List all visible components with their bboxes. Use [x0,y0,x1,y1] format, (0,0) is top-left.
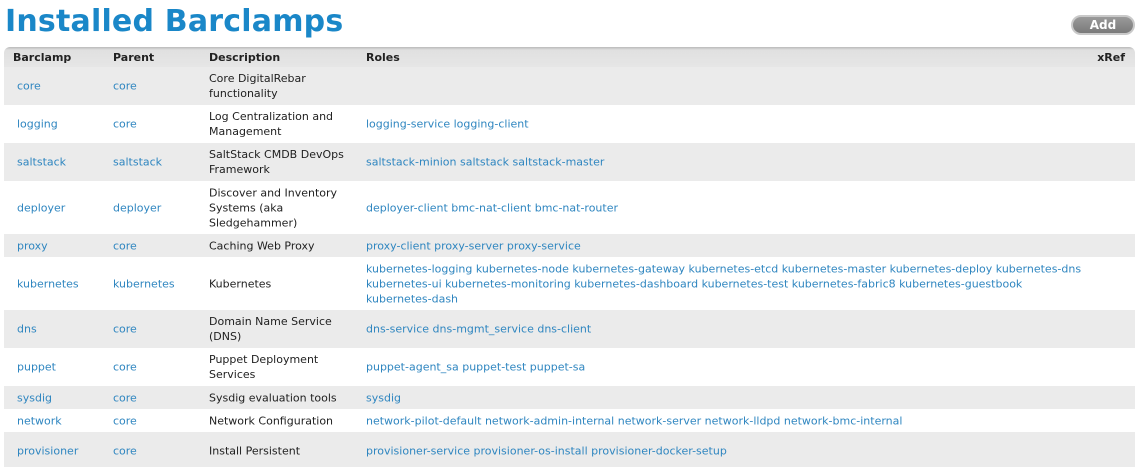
roles-list: saltstack-minion saltstack saltstack-mas… [366,155,1086,170]
parent-link[interactable]: saltstack [113,155,162,170]
description-text: Domain Name Service (DNS) [209,315,332,343]
roles-list: dns-service dns-mgmt_service dns-client [366,322,1086,337]
role-link[interactable]: sysdig [366,391,401,404]
roles-list: network-pilot-default network-admin-inte… [366,413,1086,428]
description-text: Puppet Deployment Services [209,353,319,381]
roles-list: logging-service logging-client [366,117,1086,132]
description-text: Caching Web Proxy [209,239,315,252]
table-row: logging core Log Centralization and Mana… [4,105,1135,143]
barclamp-link[interactable]: saltstack [17,155,66,170]
table-row: kubernetes kubernetes Kubernetes kuberne… [4,257,1135,310]
parent-link[interactable]: core [113,360,137,375]
roles-list: provisioner-service provisioner-os-insta… [366,444,1086,459]
roles-list: kubernetes-logging kubernetes-node kuber… [366,261,1086,306]
column-header-description[interactable]: Description [209,51,280,64]
description-text: Core DigitalRebar functionality [209,72,306,100]
table-row: core core Core DigitalRebar functionalit… [4,67,1135,105]
role-link[interactable]: kubernetes-logging kubernetes-node kuber… [366,262,1081,305]
role-link[interactable]: provisioner-service provisioner-os-insta… [366,445,727,458]
description-text: Install Persistent [209,444,301,458]
parent-link[interactable]: core [113,322,137,337]
parent-link[interactable]: core [113,117,137,132]
barclamp-link[interactable]: kubernetes [17,276,79,291]
role-link[interactable]: saltstack-minion saltstack saltstack-mas… [366,156,604,169]
barclamp-link[interactable]: sysdig [17,390,52,405]
table-row: sysdig core Sysdig evaluation tools sysd… [4,386,1135,409]
table-row: dns core Domain Name Service (DNS) dns-s… [4,310,1135,348]
table-row: puppet core Puppet Deployment Services p… [4,348,1135,386]
barclamp-link[interactable]: dns [17,322,37,337]
parent-link[interactable]: core [113,413,137,428]
barclamps-table: Barclamp Parent Description Roles xRef c… [4,47,1135,467]
parent-link[interactable]: core [113,79,137,94]
table-row: saltstack saltstack SaltStack CMDB DevOp… [4,143,1135,181]
barclamp-link[interactable]: logging [17,117,58,132]
parent-link[interactable]: kubernetes [113,276,175,291]
role-link[interactable]: proxy-client proxy-server proxy-service [366,239,581,252]
role-link[interactable]: puppet-agent_sa puppet-test puppet-sa [366,361,585,374]
column-header-roles[interactable]: Roles [366,51,400,64]
table-row: network core Network Configuration netwo… [4,409,1135,432]
roles-list: proxy-client proxy-server proxy-service [366,238,1086,253]
table-row: deployer deployer Discover and Inventory… [4,181,1135,234]
role-link[interactable]: logging-service logging-client [366,118,529,131]
description-text: Discover and Inventory Systems (aka Sled… [209,186,338,229]
description-text: Network Configuration [209,414,334,427]
description-text: SaltStack CMDB DevOps Framework [209,148,344,176]
page-title: Installed Barclamps [5,4,344,39]
column-header-xref: xRef [1097,51,1125,64]
table-row: proxy core Caching Web Proxy proxy-clien… [4,234,1135,257]
column-header-barclamp[interactable]: Barclamp [13,51,71,64]
roles-list: sysdig [366,390,1086,405]
role-link[interactable]: dns-service dns-mgmt_service dns-client [366,323,591,336]
roles-list: puppet-agent_sa puppet-test puppet-sa [366,360,1086,375]
table-row: provisioner core Install Persistent prov… [4,432,1135,467]
barclamp-link[interactable]: proxy [17,238,48,253]
barclamp-link[interactable]: puppet [17,360,56,375]
table-body: core core Core DigitalRebar functionalit… [4,67,1135,467]
parent-link[interactable]: core [113,238,137,253]
roles-list: deployer-client bmc-nat-client bmc-nat-r… [366,200,1086,215]
barclamp-link[interactable]: network [17,413,62,428]
role-link[interactable]: network-pilot-default network-admin-inte… [366,414,902,427]
table-header: Barclamp Parent Description Roles xRef [4,47,1135,67]
description-text: Kubernetes [209,277,272,290]
parent-link[interactable]: deployer [113,200,161,215]
barclamp-link[interactable]: provisioner [17,444,78,459]
parent-link[interactable]: core [113,444,137,459]
add-button[interactable]: Add [1071,15,1135,35]
barclamp-link[interactable]: core [17,79,41,94]
parent-link[interactable]: core [113,390,137,405]
role-link[interactable]: deployer-client bmc-nat-client bmc-nat-r… [366,201,618,214]
description-text: Sysdig evaluation tools [209,391,337,404]
description-text: Log Centralization and Management [209,110,334,138]
barclamp-link[interactable]: deployer [17,200,65,215]
column-header-parent[interactable]: Parent [113,51,154,64]
